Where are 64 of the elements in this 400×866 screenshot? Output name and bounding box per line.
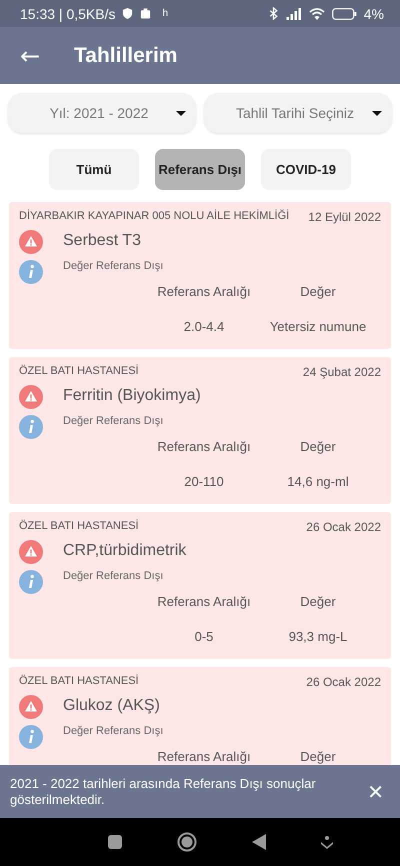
- warning-icon: [19, 230, 43, 254]
- column-label: Değer: [299, 749, 337, 764]
- result-card[interactable]: DİYARBAKIR KAYAPINAR 005 NOLU AİLE HEKİMLİĞİ 12 Eylül 2022 Serbest T3 Değer Referans Dışı Referans Aralığı Değer 2.0-4.4 Yetersiz numune: [9, 202, 391, 349]
- column-label: Referans Aralığı: [156, 439, 252, 454]
- recents-icon: [108, 835, 122, 849]
- result-date: 26 Ocak 2022: [306, 675, 381, 689]
- shield-icon: [122, 7, 134, 20]
- facility-name: ÖZEL BATI HASTANESİ: [19, 365, 139, 379]
- bag-icon: [140, 7, 152, 20]
- info-icon: [19, 725, 43, 749]
- battery-percent: 4%: [364, 6, 384, 22]
- column-label: Referans Aralığı: [156, 284, 252, 299]
- network-type: h: [162, 8, 168, 19]
- result-status: Değer Referans Dışı: [63, 415, 164, 427]
- battery-icon: [332, 8, 357, 20]
- close-button[interactable]: ✕: [361, 780, 390, 804]
- column-label: Referans Aralığı: [156, 749, 252, 764]
- result-status: Değer Referans Dışı: [63, 570, 164, 582]
- test-name: Serbest T3: [63, 232, 142, 250]
- caret-icon: [372, 110, 382, 116]
- back-icon: [252, 834, 266, 850]
- info-icon: [19, 415, 43, 439]
- reference-range: 2.0-4.4: [182, 319, 226, 334]
- filter-tab[interactable]: Referans Dışı: [155, 149, 245, 190]
- result-status: Değer Referans Dışı: [63, 725, 164, 737]
- result-value: 14,6 ng-ml: [286, 474, 350, 489]
- screen-title: Tahlillerim: [74, 44, 178, 68]
- result-value: 93,3 mg-L: [288, 629, 348, 644]
- warning-icon: [19, 695, 43, 719]
- test-name: CRP,türbidimetrik: [63, 542, 186, 560]
- facility-name: DİYARBAKIR KAYAPINAR 005 NOLU AİLE HEKİMLİĞİ: [19, 210, 290, 224]
- result-date: 26 Ocak 2022: [306, 520, 381, 534]
- result-value: Yetersiz numune: [268, 319, 368, 334]
- result-card[interactable]: ÖZEL BATI HASTANESİ 26 Ocak 2022 CRP,türbidimetrik Değer Referans Dışı Referans Aralığı Değer 0-5 93,3 mg-L: [9, 512, 391, 659]
- bluetooth-icon: [268, 7, 279, 20]
- column-label: Referans Aralığı: [156, 594, 252, 609]
- caret-icon: [176, 110, 186, 116]
- warning-icon: [19, 385, 43, 409]
- facility-name: ÖZEL BATI HASTANESİ: [19, 520, 139, 534]
- result-date: 12 Eylül 2022: [308, 210, 381, 224]
- reference-range: 0-5: [194, 629, 214, 644]
- column-label: Değer: [299, 284, 337, 299]
- back-button[interactable]: ←: [18, 42, 42, 70]
- column-label: Değer: [299, 439, 337, 454]
- column-label: Değer: [299, 594, 337, 609]
- reference-range: 20-110: [183, 474, 225, 489]
- info-icon: [19, 260, 43, 284]
- test-name: Ferritin (Biyokimya): [63, 387, 201, 405]
- dropdown[interactable]: Tahlil Tarihi Seçiniz: [204, 93, 392, 133]
- filter-tab[interactable]: Tümü: [49, 149, 139, 190]
- test-name: Glukoz (AKŞ): [63, 697, 161, 715]
- dropdown-arrow-icon: [320, 836, 332, 848]
- info-icon: [19, 570, 43, 594]
- wifi-icon: [308, 7, 325, 20]
- warning-icon: [19, 540, 43, 564]
- filter-tab[interactable]: COVID-19: [261, 149, 351, 190]
- facility-name: ÖZEL BATI HASTANESİ: [19, 675, 139, 689]
- signal-icon: [286, 7, 302, 20]
- home-icon: [176, 832, 196, 852]
- status-time: 15:33 | 0,5KB/s: [20, 6, 116, 22]
- result-status: Değer Referans Dışı: [63, 260, 164, 272]
- result-date: 24 Şubat 2022: [302, 365, 381, 379]
- dropdown[interactable]: Yıl: 2021 - 2022: [8, 93, 196, 133]
- result-card[interactable]: ÖZEL BATI HASTANESİ 24 Şubat 2022 Ferritin (Biyokimya) Değer Referans Dışı Referans Aralığı Değer 20-110 14,6 ng-ml: [9, 357, 391, 504]
